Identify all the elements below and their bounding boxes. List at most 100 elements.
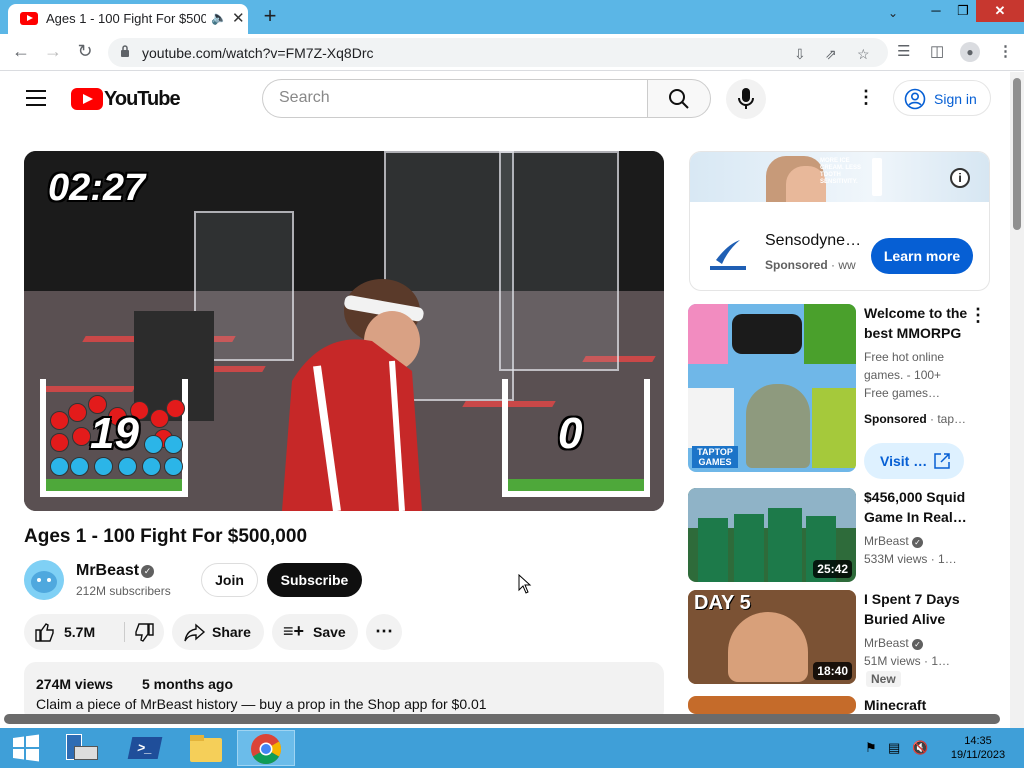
powershell-taskbar-icon[interactable]: >_ xyxy=(116,730,174,766)
description-box[interactable]: 274M views 5 months ago Claim a piece of… xyxy=(24,662,664,722)
sidebar-ad-card[interactable]: MORE ICE CREAM. LESS TOOTH SENSITIVITY. … xyxy=(689,151,990,291)
verified-check-icon: ✓ xyxy=(912,639,924,650)
dislike-button[interactable] xyxy=(125,614,164,650)
voice-search-button[interactable] xyxy=(726,79,766,119)
mouse-cursor-icon xyxy=(518,574,532,594)
rec-title-3[interactable]: I Spent 7 Days Buried Alive xyxy=(864,589,974,629)
ad-title: Sensodyne… xyxy=(765,232,862,249)
account-circle-icon xyxy=(904,88,926,110)
flag-notification-icon[interactable]: ⚑ xyxy=(865,740,877,756)
tab-title: Ages 1 - 100 Fight For $500,0 xyxy=(46,11,206,26)
forward-arrow-icon[interactable]: → xyxy=(42,41,64,62)
channel-avatar[interactable] xyxy=(24,560,64,600)
rec-title-2[interactable]: $456,000 Squid Game In Real… xyxy=(864,487,974,527)
rec-more-icon[interactable]: ⋮ xyxy=(969,305,987,326)
video-title: Ages 1 - 100 Fight For $500,000 xyxy=(24,526,308,547)
tab-close-icon[interactable]: ✕ xyxy=(232,9,245,27)
volume-muted-icon[interactable]: 🔇 xyxy=(912,740,928,756)
network-icon[interactable]: ▤ xyxy=(888,740,900,756)
reload-icon[interactable]: ↻ xyxy=(74,41,96,62)
learn-more-button[interactable]: Learn more xyxy=(871,238,973,274)
rec-sponsored-1: Sponsored · tap… xyxy=(864,410,966,428)
ad-info-icon[interactable]: i xyxy=(950,168,970,188)
vertical-scrollbar[interactable] xyxy=(1010,72,1024,730)
rec-title-1[interactable]: Welcome to the best MMORPG xyxy=(864,303,974,343)
video-player[interactable]: 02:27 19 0 xyxy=(24,151,664,511)
file-explorer-taskbar-icon[interactable] xyxy=(176,730,234,766)
scroll-thumb[interactable] xyxy=(1013,78,1021,230)
media-controls-icon[interactable]: ☰ xyxy=(897,42,910,60)
talking-tom-figure xyxy=(746,384,810,468)
bookmark-star-icon[interactable]: ☆ xyxy=(857,46,870,63)
clock-date: 19/11/2023 xyxy=(950,749,1006,761)
rec-thumbnail-3[interactable]: DAY 5 18:40 xyxy=(688,590,856,684)
ad-banner-text: MORE ICE CREAM. LESS TOOTH SENSITIVITY. xyxy=(820,158,862,185)
sign-in-button[interactable]: Sign in xyxy=(893,80,991,116)
window-restore-button[interactable]: ❐ xyxy=(948,0,978,22)
channel-name[interactable]: MrBeast xyxy=(76,562,139,580)
browser-tab-active[interactable]: Ages 1 - 100 Fight For $500,0 🔈 ✕ xyxy=(8,4,248,34)
side-panel-icon[interactable]: ◫ xyxy=(930,42,944,60)
horizontal-scrollbar[interactable] xyxy=(4,714,1000,724)
rec-desc-1: Free hot online games. - 100+ Free games… xyxy=(864,348,944,402)
audio-playing-icon[interactable]: 🔈 xyxy=(211,10,227,26)
address-bar[interactable]: youtube.com/watch?v=FM7Z-Xq8Drc ⇩ ⇗ ☆ xyxy=(108,38,888,67)
youtube-wordmark[interactable]: YouTube xyxy=(104,88,181,111)
chrome-logo-icon xyxy=(251,734,282,765)
chrome-taskbar-icon[interactable] xyxy=(237,730,295,766)
rec-channel-3[interactable]: MrBeast ✓ xyxy=(864,634,924,652)
system-clock[interactable]: 14:35 19/11/2023 xyxy=(938,734,1018,762)
more-actions-icon[interactable]: ⋯ xyxy=(366,614,402,650)
clock-time: 14:35 xyxy=(964,735,992,747)
search-icon xyxy=(669,89,689,109)
rec-thumbnail-4[interactable] xyxy=(688,696,856,714)
youtube-logo-icon[interactable] xyxy=(71,88,103,110)
duration-badge: 18:40 xyxy=(813,662,852,680)
mrbeast-panther-icon xyxy=(24,560,64,600)
rec-thumbnail-2[interactable]: 25:42 xyxy=(688,488,856,582)
back-arrow-icon[interactable]: ← xyxy=(10,41,32,62)
like-button[interactable]: 5.7M xyxy=(24,614,124,650)
subscribe-button[interactable]: Subscribe xyxy=(267,563,362,597)
rec-channel-2[interactable]: MrBeast ✓ xyxy=(864,532,924,550)
rec-meta-2-views: 533M views xyxy=(864,552,928,566)
server-manager-taskbar-icon[interactable] xyxy=(58,730,116,766)
save-button[interactable]: ≡+ Save xyxy=(272,614,358,650)
visit-button[interactable]: Visit … xyxy=(864,443,964,479)
chrome-menu-icon[interactable]: ⋮ xyxy=(998,42,1013,60)
ad-banner-image: MORE ICE CREAM. LESS TOOTH SENSITIVITY. … xyxy=(690,152,989,202)
share-button[interactable]: Share xyxy=(172,614,264,650)
new-tab-button[interactable]: + xyxy=(258,4,282,28)
score-left: 19 xyxy=(90,409,139,458)
join-button[interactable]: Join xyxy=(201,563,258,597)
profile-icon[interactable]: ● xyxy=(960,42,980,62)
rec-channel-3-name: MrBeast xyxy=(864,636,909,650)
share-page-icon[interactable]: ⇗ xyxy=(825,46,837,63)
window-close-button[interactable]: ✕ xyxy=(976,0,1024,22)
rec-meta-3: 51M views · 1… xyxy=(864,652,950,670)
rec-sponsored-label: Sponsored xyxy=(864,412,927,426)
hamburger-menu-icon[interactable] xyxy=(26,90,46,106)
rec-meta-2: 533M views · 1… xyxy=(864,550,957,568)
rec-title-4[interactable]: Minecraft xyxy=(864,695,974,715)
rec-title-3-line2: Buried Alive xyxy=(864,611,946,627)
upload-date: 5 months ago xyxy=(142,676,234,692)
save-label: Save xyxy=(313,624,346,640)
settings-more-icon[interactable]: ⋮ xyxy=(857,87,875,108)
like-dislike-group: 5.7M xyxy=(24,614,164,650)
browser-tab-strip: Ages 1 - 100 Fight For $500,0 🔈 ✕ + ⌄ ─ … xyxy=(0,0,1024,34)
youtube-favicon-icon xyxy=(20,12,38,25)
search-button[interactable] xyxy=(647,79,711,118)
url-text: youtube.com/watch?v=FM7Z-Xq8Drc xyxy=(142,45,374,61)
rec-title-2-line2: Game In Real… xyxy=(864,509,967,525)
start-button[interactable] xyxy=(0,730,58,766)
score-box-right: 0 xyxy=(502,379,650,497)
search-input[interactable] xyxy=(279,89,629,107)
tab-search-chevron-icon[interactable]: ⌄ xyxy=(888,6,898,20)
external-link-icon xyxy=(934,453,950,469)
ad-sponsored-label: Sponsored xyxy=(765,258,828,272)
day-5-label: DAY 5 xyxy=(694,592,751,614)
game-ad-thumbnail[interactable]: TAPTOP GAMES xyxy=(688,304,856,472)
window-minimize-button[interactable]: ─ xyxy=(921,0,951,22)
install-app-icon[interactable]: ⇩ xyxy=(794,46,806,63)
